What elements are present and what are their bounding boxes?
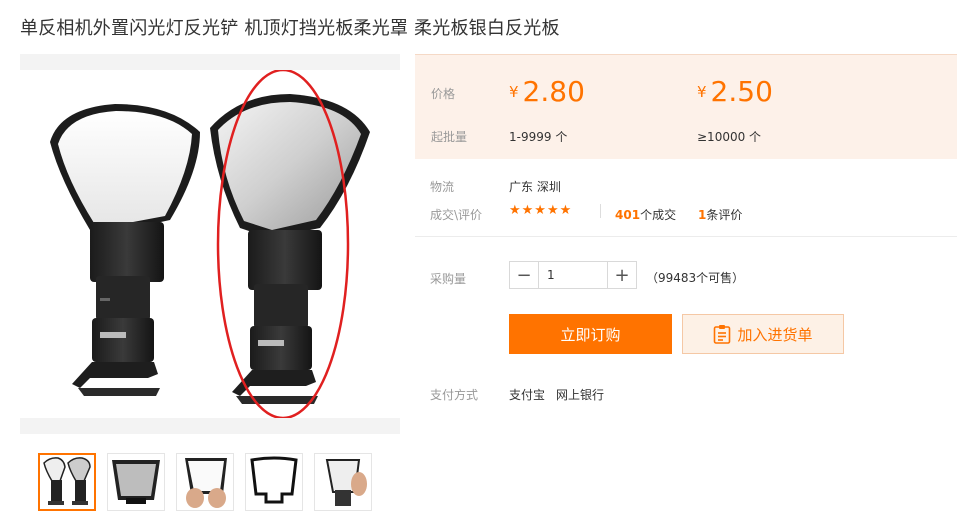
deal-count-suffix: 个成交 (640, 208, 677, 222)
price-value: 2.80 (522, 75, 585, 108)
rating-stars: ★★★★★ (509, 203, 573, 218)
quantity-input[interactable] (539, 262, 607, 288)
currency-symbol: ¥ (509, 83, 519, 101)
product-title: 单反相机外置闪光灯反光铲 机顶灯挡光板柔光罩 柔光板银白反光板 (20, 18, 560, 39)
min-order-label: 起批量 (431, 130, 468, 144)
price-tier-1: ¥2.80 (509, 75, 585, 108)
deal-count[interactable]: 401个成交 (615, 206, 676, 223)
tier-1-range: 1-9999 个 (509, 130, 568, 144)
price-value: 2.50 (710, 75, 773, 108)
quantity-stepper: − + (509, 261, 637, 289)
quantity-label: 采购量 (430, 272, 467, 286)
thumbnail-5[interactable] (314, 453, 372, 511)
divider (600, 204, 601, 218)
clipboard-list-icon (714, 325, 731, 344)
review-count[interactable]: 1条评价 (698, 206, 742, 223)
add-to-cart-button[interactable]: 加入进货单 (682, 314, 844, 354)
logistics-location: 广东 深圳 (509, 180, 561, 194)
payment-method-online-banking: 网上银行 (556, 388, 605, 402)
thumbnail-2[interactable] (107, 453, 165, 511)
thumbnail-strip (38, 453, 372, 511)
deal-count-number: 401 (615, 208, 641, 222)
deals-label: 成交\评价 (430, 208, 483, 222)
currency-symbol: ¥ (697, 83, 707, 101)
logistics-label: 物流 (430, 180, 455, 194)
main-product-image (20, 54, 400, 434)
thumbnail-3[interactable] (176, 453, 234, 511)
price-label: 价格 (431, 87, 456, 101)
section-divider (415, 236, 957, 237)
increase-quantity-button[interactable]: + (607, 262, 636, 288)
thumbnail-4[interactable] (245, 453, 303, 511)
payment-method-alipay: 支付宝 (509, 388, 546, 402)
thumbnail-1[interactable] (38, 453, 96, 511)
available-stock: （99483个可售） (646, 271, 745, 285)
buy-now-button[interactable]: 立即订购 (509, 314, 672, 354)
price-tier-2: ¥2.50 (697, 75, 773, 108)
tier-2-range: ≥10000 个 (697, 130, 762, 144)
add-to-cart-label: 加入进货单 (737, 325, 813, 344)
payment-label: 支付方式 (430, 388, 479, 402)
flash-reflector-photo (50, 68, 370, 420)
price-panel: 价格 ¥2.80 ¥2.50 起批量 1-9999 个 ≥10000 个 (415, 54, 957, 159)
decrease-quantity-button[interactable]: − (510, 262, 539, 288)
review-count-suffix: 条评价 (706, 208, 743, 222)
